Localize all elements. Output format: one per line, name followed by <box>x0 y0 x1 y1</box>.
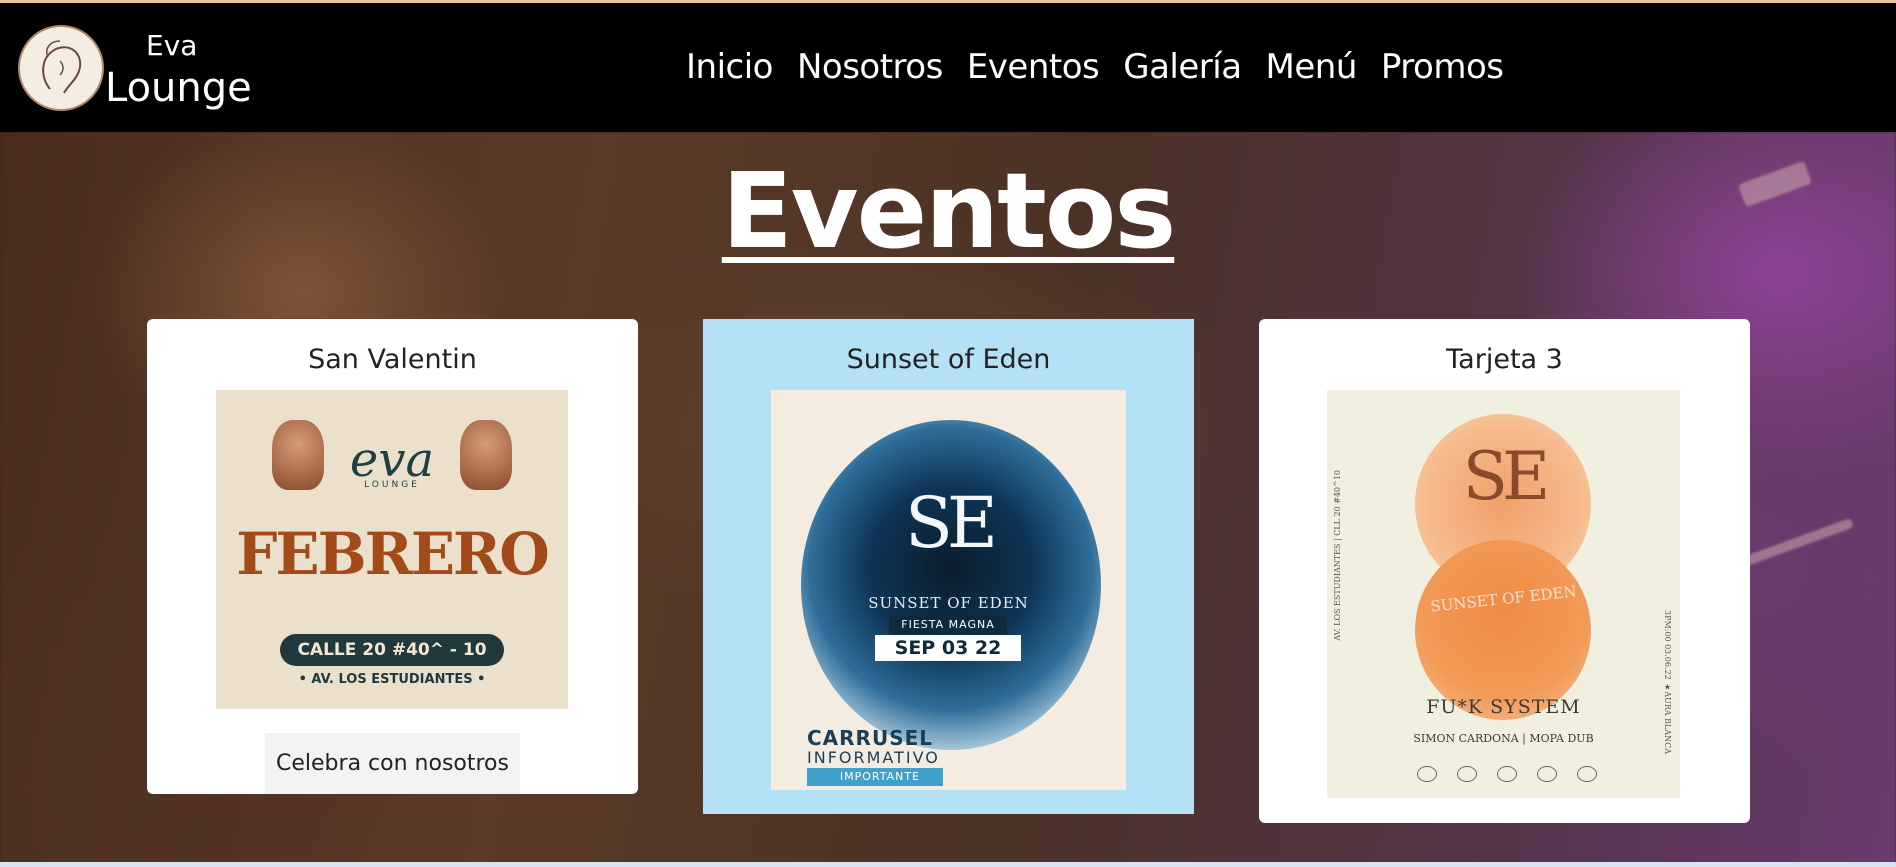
poster-carrusel: CARRUSEL <box>807 726 934 750</box>
event-poster[interactable]: SE SUNSET OF EDEN FIESTA MAGNA SEP 03 22… <box>771 390 1126 790</box>
poster-date: SEP 03 22 <box>875 635 1021 661</box>
event-poster[interactable]: eva LOUNGE FEBRERO CALLE 20 #40^ - 10 • … <box>216 390 568 709</box>
poster-name: SUNSET OF EDEN <box>868 594 1029 612</box>
poster-importante: IMPORTANTE <box>807 768 943 786</box>
sponsor-logo-icon <box>1577 766 1597 782</box>
event-card-tarjeta-3: Tarjeta 3 SE SUNSET OF EDEN FU*K SYSTEM … <box>1259 319 1750 823</box>
site-header: Eva Lounge Inicio Nosotros Eventos Galer… <box>0 3 1896 132</box>
poster-side-text: 3PM:00 03.06.22 ★AURA BLANCA <box>1663 610 1672 754</box>
poster-address-sub: • AV. LOS ESTUDIANTES • <box>298 672 486 687</box>
nav-nosotros[interactable]: Nosotros <box>797 47 943 87</box>
main-nav: Inicio Nosotros Eventos Galería Menú Pro… <box>686 47 1504 87</box>
logo-icon[interactable] <box>18 25 104 111</box>
poster-tag: FIESTA MAGNA <box>889 616 1007 634</box>
poster-side-text: AV. LOS ESTUDIANTES | CLL 20 #40^10 <box>1333 470 1342 641</box>
nav-galeria[interactable]: Galería <box>1123 47 1242 87</box>
nav-inicio[interactable]: Inicio <box>686 47 773 87</box>
sponsor-logo-icon <box>1417 766 1437 782</box>
poster-artists: SIMON CARDONA | MOPA DUB <box>1413 732 1594 745</box>
nav-promos[interactable]: Promos <box>1381 47 1504 87</box>
card-title: Tarjeta 3 <box>1446 344 1563 375</box>
poster-headline: FU*K SYSTEM <box>1426 696 1581 718</box>
poster-orb <box>801 420 1101 750</box>
event-card-sunset-of-eden: Sunset of Eden SE SUNSET OF EDEN FIESTA … <box>703 319 1194 814</box>
sponsor-logo-icon <box>1537 766 1557 782</box>
poster-address: CALLE 20 #40^ - 10 <box>280 634 504 666</box>
nav-eventos[interactable]: Eventos <box>967 47 1100 87</box>
poster-orb <box>1415 540 1591 720</box>
poster-brand-sub: LOUNGE <box>364 480 420 490</box>
sponsor-logos <box>1417 766 1597 784</box>
event-poster[interactable]: SE SUNSET OF EDEN FU*K SYSTEM SIMON CARD… <box>1327 390 1680 798</box>
poster-logo: SE <box>904 482 998 564</box>
bottom-strip <box>0 862 1896 867</box>
poster-logo: SE <box>1462 438 1550 515</box>
nav-menu[interactable]: Menú <box>1266 47 1358 87</box>
poster-headline: FEBRERO <box>236 520 550 588</box>
card-title: San Valentin <box>308 344 477 375</box>
section-title: Eventos <box>721 150 1176 272</box>
celebrate-button[interactable]: Celebra con nosotros <box>265 733 520 794</box>
brand-name-bottom[interactable]: Lounge <box>105 65 252 111</box>
brand-name-top[interactable]: Eva <box>146 29 197 62</box>
sponsor-logo-icon <box>1457 766 1477 782</box>
card-title: Sunset of Eden <box>846 344 1051 375</box>
poster-informativo: INFORMATIVO <box>807 748 940 767</box>
sponsor-logo-icon <box>1497 766 1517 782</box>
event-card-san-valentin: San Valentin eva LOUNGE FEBRERO CALLE 20… <box>147 319 638 794</box>
